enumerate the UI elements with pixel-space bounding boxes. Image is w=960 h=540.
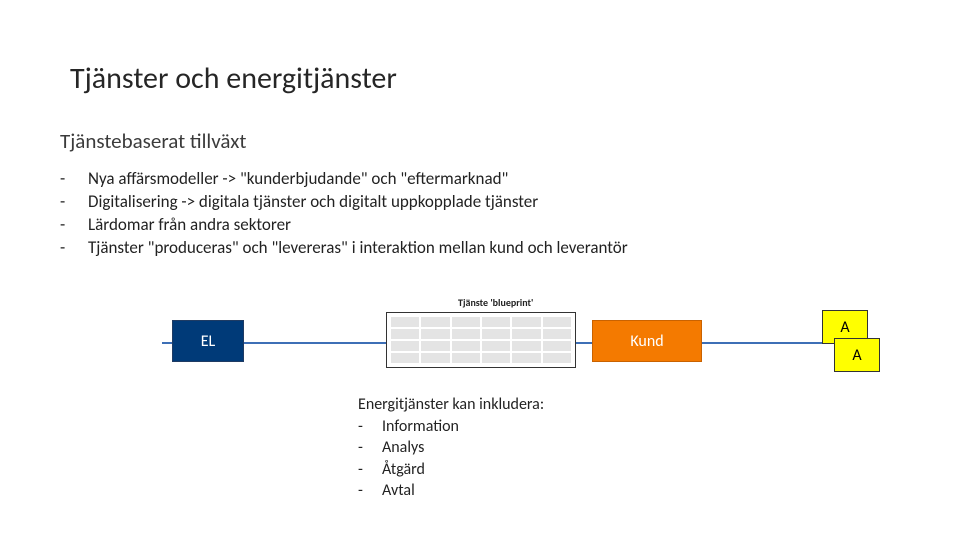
bullet-text: Analys (382, 437, 424, 459)
page-title: Tjänster och energitjänster (70, 60, 397, 97)
bullet-dash: - (358, 480, 382, 502)
bullet-dash: - (60, 168, 88, 191)
list-item: - Åtgärd (358, 459, 544, 481)
bullet-dash: - (60, 191, 88, 214)
box-el: EL (172, 320, 244, 362)
bullet-text: Åtgärd (382, 459, 425, 481)
bullet-dash: - (358, 459, 382, 481)
blueprint-label: Tjänste 'blueprint' (458, 296, 533, 309)
slide: Tjänster och energitjänster Tjänstebaser… (0, 0, 960, 540)
diagram: Tjänste 'blueprint' EL Kund A A (162, 296, 902, 376)
list-item: - Tjänster "produceras" och "levereras" … (60, 237, 628, 260)
bullet-dash: - (358, 437, 382, 459)
includes-heading: Energitjänster kan inkludera: (358, 394, 544, 416)
bullet-list: - Nya affärsmodeller -> "kunderbjudande"… (60, 168, 628, 260)
blueprint-placeholder (387, 313, 575, 367)
list-item: - Nya affärsmodeller -> "kunderbjudande"… (60, 168, 628, 191)
box-kund: Kund (592, 320, 702, 362)
box-a-front: A (834, 338, 880, 372)
includes-block: Energitjänster kan inkludera: - Informat… (358, 394, 544, 502)
bullet-text: Tjänster "produceras" och "levereras" i … (88, 237, 628, 260)
bullet-dash: - (60, 237, 88, 260)
bullet-dash: - (358, 416, 382, 438)
bullet-dash: - (60, 214, 88, 237)
list-item: - Avtal (358, 480, 544, 502)
list-item: - Digitalisering -> digitala tjänster oc… (60, 191, 628, 214)
bullet-text: Avtal (382, 480, 415, 502)
bullet-text: Digitalisering -> digitala tjänster och … (88, 191, 538, 214)
list-item: - Lärdomar från andra sektorer (60, 214, 628, 237)
box-blueprint (386, 312, 576, 368)
bullet-text: Nya affärsmodeller -> "kunderbjudande" o… (88, 168, 508, 191)
page-subtitle: Tjänstebaserat tillväxt (60, 128, 246, 154)
list-item: - Information (358, 416, 544, 438)
bullet-text: Information (382, 416, 459, 438)
bullet-text: Lärdomar från andra sektorer (88, 214, 291, 237)
list-item: - Analys (358, 437, 544, 459)
